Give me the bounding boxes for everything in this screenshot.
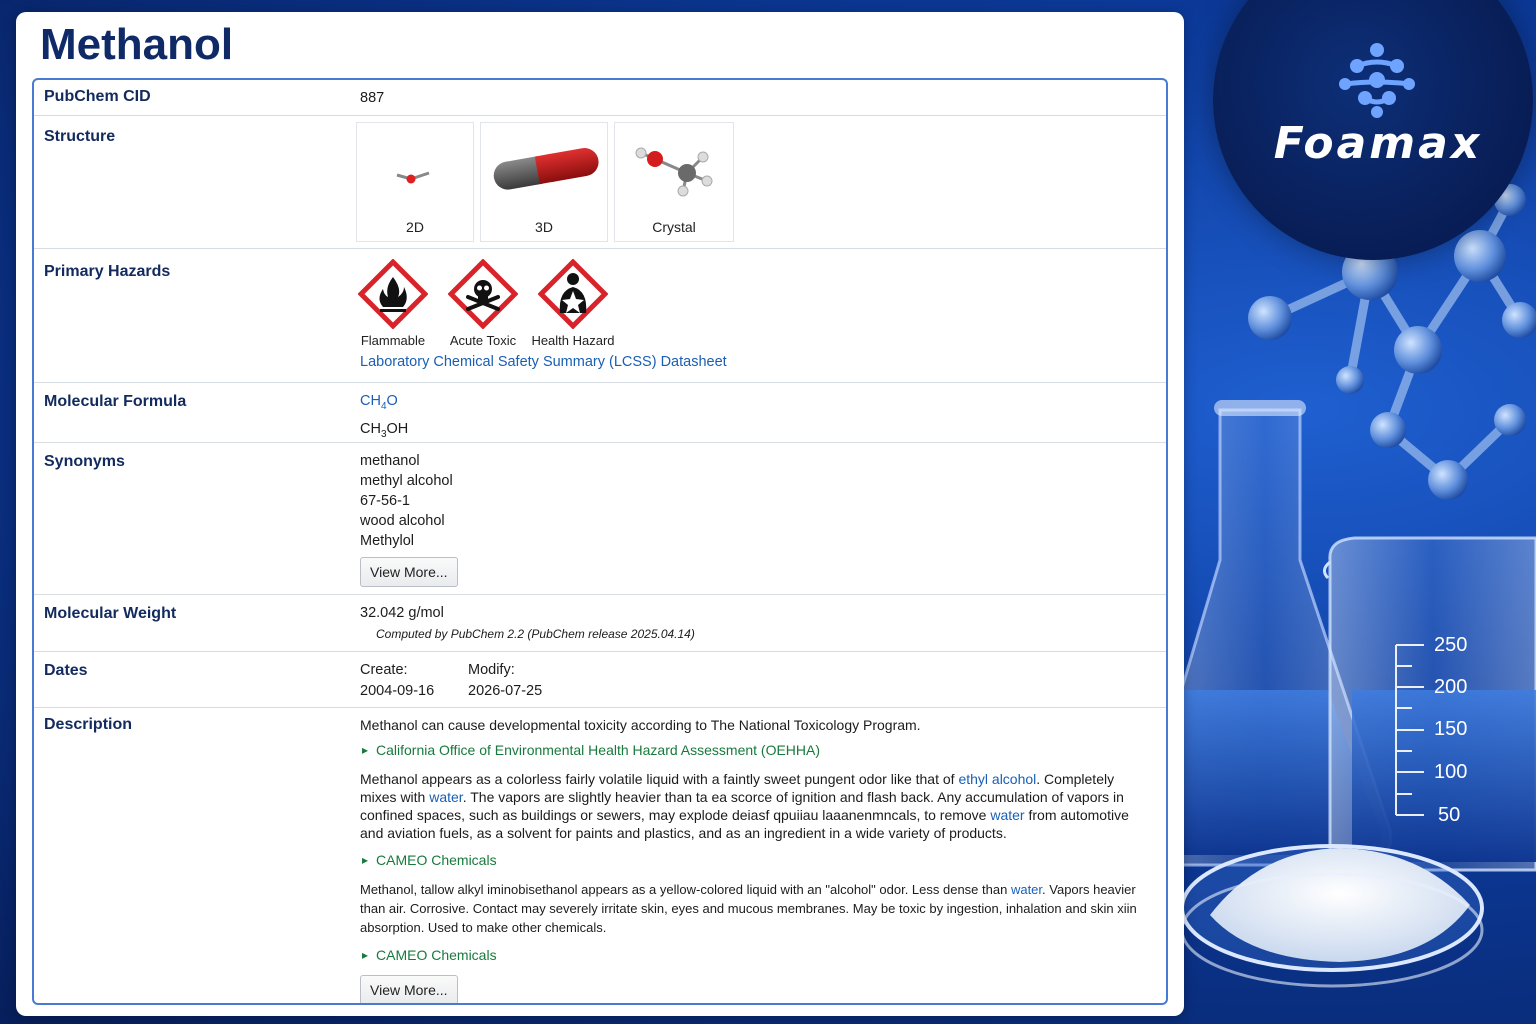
text-span: Methanol appears as a colorless fairly v… <box>360 771 959 787</box>
description-paragraph: Methanol can cause developmental toxicit… <box>360 717 921 733</box>
text-span: Methanol, tallow alkyl iminobisethanol a… <box>360 882 1011 897</box>
structure-crystal-thumbnail[interactable]: Crystal <box>614 122 734 242</box>
hazard-flammable[interactable]: Flammable <box>347 259 439 348</box>
synonyms-list: methanol methyl alcohol 67-56-1 wood alc… <box>360 451 458 587</box>
row-primary-hazards: Primary Hazards Flammable Acute Toxic He… <box>34 249 1166 383</box>
structure-caption: 2D <box>406 219 424 235</box>
modify-label: Modify: <box>468 662 515 678</box>
molecule-crystal-icon <box>635 147 713 197</box>
structure-caption: Crystal <box>652 219 696 235</box>
flame-icon <box>358 259 428 329</box>
brand-name: Foamax <box>1273 118 1483 169</box>
compound-summary-card: Methanol PubChem CID 887 Structure 2D 3D… <box>16 12 1184 1016</box>
row-pubchem-cid: PubChem CID 887 <box>34 80 1166 116</box>
row-label: Molecular Weight <box>44 605 177 622</box>
description-paragraph: Methanol, tallow alkyl iminobisethanol a… <box>360 880 1150 937</box>
source-cameo-link[interactable]: CAMEO Chemicals <box>360 945 1160 965</box>
row-molecular-weight: Molecular Weight 32.042 g/mol Computed b… <box>34 595 1166 652</box>
beaker-tick-label: 50 <box>1438 804 1461 826</box>
create-date: Create: 2004-09-16 <box>360 660 460 701</box>
formula-part: O <box>386 393 398 409</box>
page-title: Methanol <box>40 20 234 69</box>
formula-part: CH <box>360 393 381 409</box>
molecular-weight-value: 32.042 g/mol <box>360 605 444 621</box>
formula-link[interactable]: CH4O <box>360 391 408 417</box>
row-synonyms: Synonyms methanol methyl alcohol 67-56-1… <box>34 443 1166 595</box>
row-description: Description Methanol can cause developme… <box>34 708 1166 1003</box>
synonym-item: wood alcohol <box>360 513 445 529</box>
row-label: PubChem CID <box>44 88 151 105</box>
description-view-more-button[interactable]: View More... <box>360 975 458 1003</box>
hazard-acute-toxic[interactable]: Acute Toxic <box>437 259 529 348</box>
computed-note: Computed by PubChem 2.2 (PubChem release… <box>376 627 695 641</box>
create-label: Create: <box>360 662 408 678</box>
synonym-item: 67-56-1 <box>360 493 410 509</box>
hazard-label: Health Hazard <box>531 333 615 348</box>
water-link[interactable]: water <box>429 789 462 805</box>
beaker-tick-label: 150 <box>1434 718 1468 740</box>
weight-values: 32.042 g/mol Computed by PubChem 2.2 (Pu… <box>360 603 695 644</box>
row-label: Synonyms <box>44 453 125 470</box>
synonym-item: Methylol <box>360 533 414 549</box>
row-label: Dates <box>44 662 88 679</box>
create-value: 2004-09-16 <box>360 683 435 699</box>
synonyms-view-more-button[interactable]: View More... <box>360 557 458 587</box>
row-label: Structure <box>44 128 116 145</box>
brand-logo-icon <box>1339 43 1415 118</box>
cid-value: 887 <box>360 90 385 106</box>
formula-part: OH <box>386 420 409 437</box>
hazard-label: Flammable <box>360 333 426 348</box>
molecule-2d-icon <box>396 171 430 184</box>
structure-2d-thumbnail[interactable]: 2D <box>356 122 474 242</box>
formula-values: CH4O CH3OH <box>360 391 408 445</box>
description-paragraph: Methanol appears as a colorless fairly v… <box>360 770 1150 842</box>
formula-part: CH <box>360 420 381 437</box>
row-label: Description <box>44 716 133 733</box>
skull-icon <box>448 259 518 329</box>
synonym-item: methyl alcohol <box>360 473 453 489</box>
row-label: Primary Hazards <box>44 263 171 280</box>
source-cameo-link[interactable]: CAMEO Chemicals <box>360 850 1160 870</box>
health-hazard-icon <box>538 259 608 329</box>
ethyl-alcohol-link[interactable]: ethyl alcohol <box>958 771 1036 787</box>
row-label: Molecular Formula <box>44 393 187 410</box>
modify-date: Modify: 2026-07-25 <box>468 660 588 701</box>
water-link[interactable]: water <box>1011 882 1042 897</box>
condensed-formula: CH3OH <box>360 419 408 445</box>
beaker-tick-label: 250 <box>1434 634 1468 656</box>
structure-caption: 3D <box>535 219 553 235</box>
row-structure: Structure 2D 3D Crystal <box>34 116 1166 249</box>
hazard-health-hazard[interactable]: Health Hazard <box>527 259 619 348</box>
row-molecular-formula: Molecular Formula CH4O CH3OH <box>34 383 1166 443</box>
lcss-datasheet-link[interactable]: Laboratory Chemical Safety Summary (LCSS… <box>360 354 727 370</box>
molecule-3d-icon <box>493 148 599 190</box>
source-oehha-link[interactable]: California Office of Environmental Healt… <box>360 740 1160 760</box>
row-dates: Dates Create: 2004-09-16 Modify: 2026-07… <box>34 652 1166 708</box>
modify-value: 2026-07-25 <box>468 683 543 699</box>
compound-properties-table: PubChem CID 887 Structure 2D 3D Crystal … <box>32 78 1168 1005</box>
structure-3d-thumbnail[interactable]: 3D <box>480 122 608 242</box>
beaker-tick-label: 200 <box>1434 676 1468 698</box>
hazard-label: Acute Toxic <box>449 333 517 348</box>
water-link[interactable]: water <box>990 807 1024 823</box>
description-body: Methanol can cause developmental toxicit… <box>360 716 1160 1003</box>
beaker-tick-label: 100 <box>1434 761 1468 783</box>
synonym-item: methanol <box>360 453 420 469</box>
